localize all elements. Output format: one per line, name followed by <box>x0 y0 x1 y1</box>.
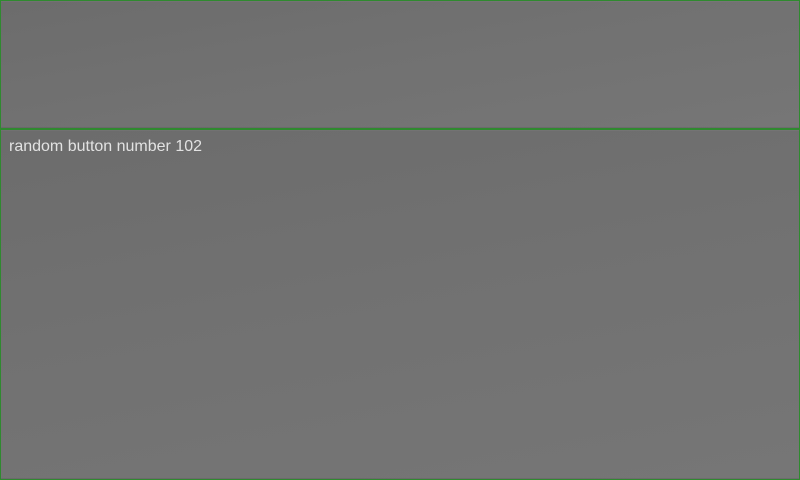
random-button-102-label: random button number 102 <box>9 138 203 155</box>
random-button-top[interactable] <box>0 0 800 129</box>
app-screen: random button number 102 <box>0 0 800 480</box>
random-button-102[interactable]: random button number 102 <box>0 129 800 480</box>
